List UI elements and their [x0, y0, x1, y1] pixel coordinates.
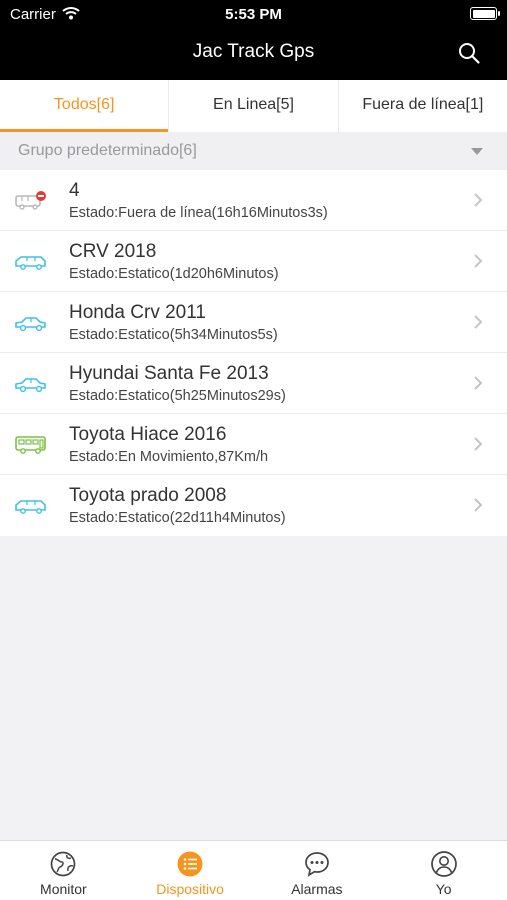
bottom-tab-bar: Monitor Dispositivo Alarmas Yo	[0, 840, 507, 900]
chevron-right-icon	[474, 193, 483, 207]
tab-fuera-de-linea[interactable]: Fuera de línea[1]	[339, 80, 507, 132]
device-name: Hyundai Santa Fe 2013	[69, 363, 269, 384]
device-name: Honda Crv 2011	[69, 302, 206, 323]
chevron-right-icon	[474, 437, 483, 451]
suv-icon	[15, 256, 46, 270]
filter-tabs: Todos[6] En Linea[5] Fuera de línea[1]	[0, 80, 507, 132]
list-icon	[177, 851, 203, 877]
device-row[interactable]: Honda Crv 2011 Estado:Estatico(5h34Minut…	[0, 292, 507, 353]
chevron-right-icon	[474, 498, 483, 512]
device-list: 4 Estado:Fuera de línea(16h16Minutos3s) …	[0, 170, 507, 536]
tab-alarmas[interactable]: Alarmas	[254, 841, 381, 900]
clock: 5:53 PM	[225, 6, 282, 23]
device-status: Estado:Estatico(5h25Minutos29s)	[69, 388, 286, 404]
tab-yo[interactable]: Yo	[380, 841, 507, 900]
tab-label: Yo	[435, 881, 452, 897]
caret-down-icon	[471, 148, 483, 155]
battery-icon	[470, 7, 500, 20]
device-row[interactable]: 4 Estado:Fuera de línea(16h16Minutos3s)	[0, 170, 507, 231]
group-label: Grupo predeterminado[6]	[18, 142, 197, 159]
user-icon	[430, 851, 457, 877]
device-row[interactable]: Toyota prado 2008 Estado:Estatico(22d11h…	[0, 475, 507, 536]
chat-bubble-icon	[305, 852, 329, 877]
device-status: Estado:En Movimiento,87Km/h	[69, 449, 269, 465]
device-status: Estado:Estatico(5h34Minutos5s)	[69, 327, 278, 343]
car-icon	[15, 378, 46, 393]
tab-label: Monitor	[40, 881, 87, 897]
suv-icon	[15, 500, 46, 514]
car-icon	[15, 317, 46, 332]
status-bar: Carrier 5:53 PM	[0, 0, 507, 30]
device-status: Estado:Estatico(1d20h6Minutos)	[69, 266, 279, 282]
device-name: Toyota prado 2008	[69, 485, 227, 506]
page-title: Jac Track Gps	[192, 41, 315, 62]
bus-icon	[15, 436, 46, 454]
tab-dispositivo[interactable]: Dispositivo	[127, 841, 254, 900]
device-row[interactable]: Toyota Hiace 2016 Estado:En Movimiento,8…	[0, 414, 507, 475]
device-status: Estado:Estatico(22d11h4Minutos)	[69, 510, 286, 526]
globe-icon	[51, 851, 76, 877]
tab-label: Dispositivo	[156, 881, 224, 897]
chevron-right-icon	[474, 254, 483, 268]
device-row[interactable]: Hyundai Santa Fe 2013 Estado:Estatico(5h…	[0, 353, 507, 414]
search-icon[interactable]	[457, 41, 481, 65]
device-status: Estado:Fuera de línea(16h16Minutos3s)	[69, 205, 328, 221]
chevron-right-icon	[474, 376, 483, 390]
tab-monitor[interactable]: Monitor	[0, 841, 127, 900]
tab-label: Alarmas	[291, 881, 343, 897]
top-bar: Carrier 5:53 PM Jac Track Gps	[0, 0, 507, 80]
device-row[interactable]: CRV 2018 Estado:Estatico(1d20h6Minutos)	[0, 231, 507, 292]
chevron-right-icon	[474, 315, 483, 329]
van-offline-icon	[15, 191, 46, 210]
device-name: Toyota Hiace 2016	[69, 424, 227, 445]
device-name: 4	[69, 180, 80, 201]
tab-en-linea[interactable]: En Linea[5]	[169, 80, 339, 132]
group-header[interactable]: Grupo predeterminado[6]	[0, 132, 507, 170]
tab-todos[interactable]: Todos[6]	[0, 80, 170, 132]
device-name: CRV 2018	[69, 241, 157, 262]
